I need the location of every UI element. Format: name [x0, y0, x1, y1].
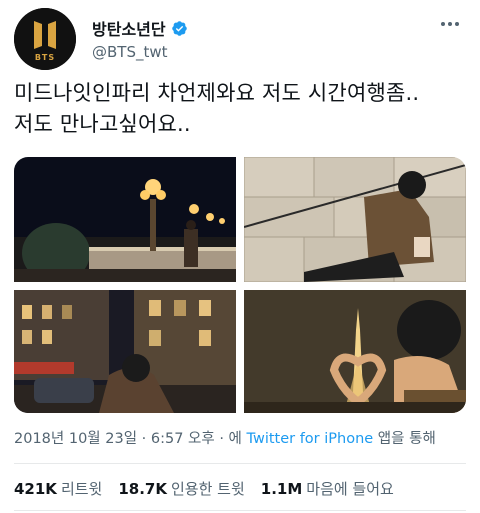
- tweet-photo-3[interactable]: [14, 290, 236, 413]
- divider: [14, 463, 466, 464]
- media-grid: [14, 157, 466, 413]
- tweet-text-line-1: 미드나잇인파리 차언제와요 저도 시간여행좀..: [14, 81, 420, 105]
- tweet-stats: 421K 리트윗 18.7K 인용한 트윗 1.1M 마음에 들어요: [14, 478, 410, 499]
- bts-logo-icon: BTS: [14, 8, 76, 70]
- retweets-label: 리트윗: [60, 480, 103, 498]
- name-row: 방탄소년단: [92, 16, 188, 40]
- tweet-photo-2[interactable]: [244, 157, 466, 282]
- quotes-count: 18.7K: [118, 480, 167, 498]
- tweet-text: 미드나잇인파리 차언제와요 저도 시간여행좀.. 저도 만나고싶어요..: [14, 78, 470, 140]
- via-prefix: 에: [228, 431, 247, 447]
- source-link[interactable]: Twitter for iPhone: [247, 431, 374, 447]
- dot-icon: [441, 22, 445, 26]
- logo-text: BTS: [35, 53, 55, 62]
- tweet-photo-1[interactable]: [14, 157, 236, 282]
- retweets-count: 421K: [14, 480, 57, 498]
- tweet-timestamp[interactable]: 2018년 10월 23일 · 6:57 오후 ·: [14, 431, 229, 447]
- tweet-text-line-2: 저도 만나고싶어요..: [14, 112, 191, 136]
- likes-label: 마음에 들어요: [306, 480, 394, 498]
- tweet-header: BTS 방탄소년단 @BTS_twt: [14, 8, 466, 70]
- dot-icon: [448, 22, 452, 26]
- avatar[interactable]: BTS: [14, 8, 76, 70]
- quotes-label: 인용한 트윗: [170, 480, 245, 498]
- dot-icon: [455, 22, 459, 26]
- user-handle[interactable]: @BTS_twt: [92, 43, 168, 61]
- more-options-button[interactable]: [438, 14, 462, 34]
- quotes-stat[interactable]: 18.7K 인용한 트윗: [118, 478, 244, 499]
- tweet-meta: 2018년 10월 23일 · 6:57 오후 · 에 Twitter for …: [14, 427, 436, 448]
- divider: [14, 510, 466, 511]
- verified-badge-icon: [171, 20, 187, 36]
- via-suffix: 앱을 통해: [373, 431, 436, 447]
- retweets-stat[interactable]: 421K 리트윗: [14, 478, 102, 499]
- likes-count: 1.1M: [260, 480, 303, 498]
- display-name[interactable]: 방탄소년단: [92, 16, 166, 40]
- likes-stat[interactable]: 1.1M 마음에 들어요: [261, 478, 394, 499]
- tweet-photo-4[interactable]: [244, 290, 466, 413]
